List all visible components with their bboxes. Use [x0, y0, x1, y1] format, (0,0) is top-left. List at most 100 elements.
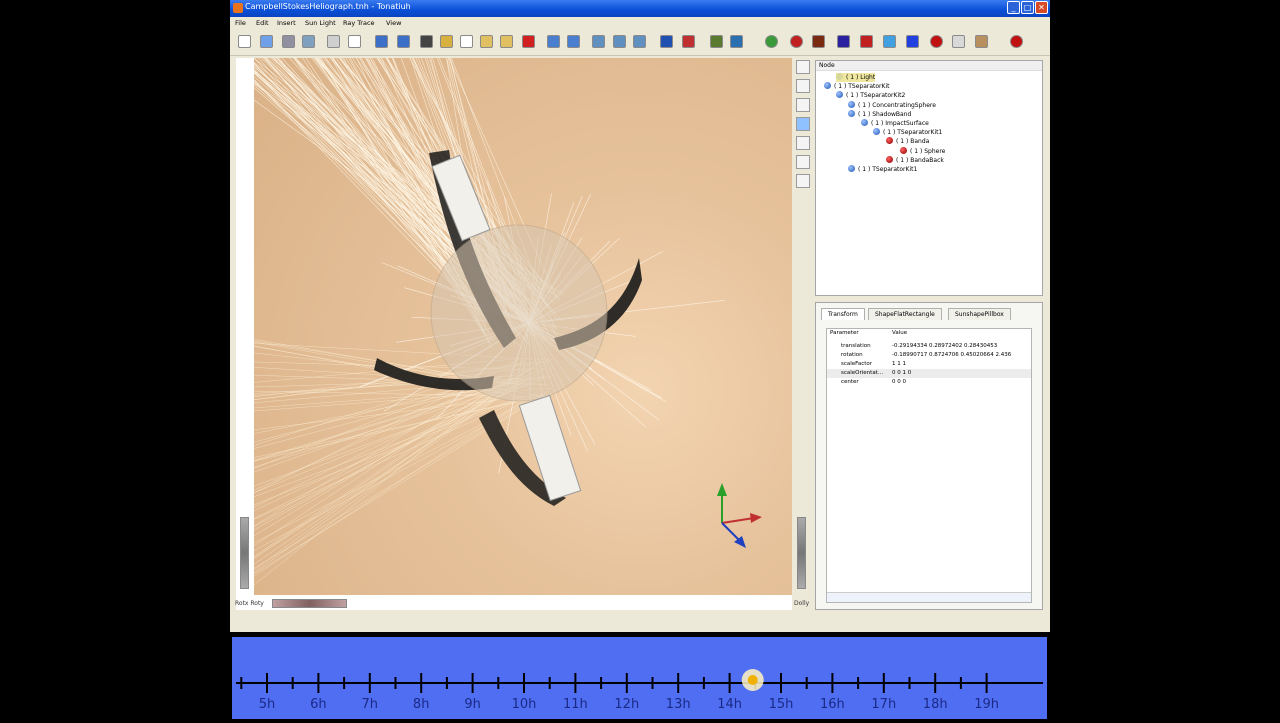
property-row[interactable]: scaleFactor 1 1 1 — [827, 360, 1031, 369]
maximize-button[interactable]: □ — [1021, 1, 1034, 14]
tree-node[interactable]: ( 1 ) BandaBack — [886, 155, 944, 165]
property-value[interactable]: -0.29194334 0.28972402 0.28430453 — [892, 342, 997, 351]
tab-sunshape-pillbox[interactable]: SunshapePillbox — [948, 308, 1011, 320]
property-value[interactable]: -0.18990717 0.8724706 0.45020664 2.436 — [892, 351, 1011, 360]
sphere-icon[interactable] — [930, 35, 943, 48]
tree-node-label: ( 1 ) TSeparatorKit — [834, 83, 890, 91]
property-name: rotation — [841, 352, 863, 358]
property-row[interactable]: translation -0.29194334 0.28972402 0.2843… — [827, 342, 1031, 351]
rotate-icon[interactable] — [547, 35, 560, 48]
tab-shape-flat-rectangle[interactable]: ShapeFlatRectangle — [868, 308, 942, 320]
shape-node-icon — [886, 137, 893, 145]
menu-ray-trace[interactable]: Ray Trace — [343, 19, 375, 27]
tree-node[interactable]: ( 1 ) Sphere — [900, 146, 945, 156]
tree-node[interactable]: ( 1 ) TSeparatorKit1 — [848, 165, 917, 174]
separator-node-icon[interactable] — [660, 35, 673, 48]
hour-label: 12h — [614, 697, 640, 712]
save-icon[interactable] — [282, 35, 295, 48]
property-row[interactable]: center 0 0 0 — [827, 378, 1031, 387]
tree-node[interactable]: ( 1 ) TSeparatorKit — [824, 82, 889, 91]
cut-icon[interactable] — [440, 35, 453, 48]
close-button[interactable]: ✕ — [1035, 1, 1048, 14]
export-icon[interactable] — [567, 35, 580, 48]
seek-icon[interactable] — [796, 155, 810, 169]
scene-render — [254, 58, 762, 586]
tree-node-label: ( 1 ) Light — [846, 74, 876, 81]
property-value[interactable]: 1 1 1 — [892, 360, 906, 369]
redo-icon[interactable] — [397, 35, 410, 48]
disk-icon[interactable] — [860, 35, 873, 48]
box-icon[interactable] — [975, 35, 988, 48]
rotx-thumbwheel[interactable] — [240, 517, 249, 589]
surface-node-icon[interactable] — [613, 35, 626, 48]
tracker-icon[interactable] — [710, 35, 723, 48]
set-home-icon[interactable] — [796, 117, 810, 131]
open-file-icon[interactable] — [260, 35, 273, 48]
shape-node-icon[interactable] — [682, 35, 695, 48]
hour-label: 19h — [974, 697, 999, 712]
menu-view[interactable]: View — [386, 19, 401, 27]
delete-icon[interactable] — [522, 35, 535, 48]
tab-transform[interactable]: Transform — [821, 308, 865, 320]
hour-label: 7h — [361, 697, 379, 712]
parabolic-icon[interactable] — [883, 35, 896, 48]
separator-node-icon — [848, 109, 855, 117]
title-bar: CampbellStokesHeliograph.tnh - Tonatiuh … — [230, 0, 1050, 17]
tree-node-label: ( 1 ) ImpactSurface — [871, 120, 929, 127]
roty-thumbwheel[interactable] — [272, 599, 347, 608]
run-ray-trace-icon[interactable] — [1010, 35, 1023, 48]
plane-icon[interactable] — [952, 35, 965, 48]
menu-edit[interactable]: Edit — [256, 19, 269, 27]
close-doc-icon[interactable] — [348, 35, 361, 48]
tree-node[interactable]: ( 1 ) ImpactSurface — [861, 119, 929, 128]
3d-viewport[interactable] — [254, 58, 792, 595]
group-node-icon[interactable] — [592, 35, 605, 48]
select-mode-icon[interactable] — [796, 60, 810, 74]
shape-node-icon — [900, 146, 907, 154]
separator-node-icon — [861, 119, 868, 126]
flat-rect-icon[interactable] — [837, 35, 850, 48]
view-mode-icon[interactable] — [796, 79, 810, 93]
menu-file[interactable]: File — [235, 19, 246, 27]
print-icon[interactable] — [327, 35, 340, 48]
hour-label: 5h — [258, 697, 276, 712]
cylinder-icon[interactable] — [812, 35, 825, 48]
minimize-button[interactable]: _ — [1007, 1, 1020, 14]
paste-icon[interactable] — [480, 35, 493, 48]
tracker-alt-icon[interactable] — [730, 35, 743, 48]
tree-node[interactable]: ( 1 ) ShadowBand — [848, 109, 911, 119]
home-icon[interactable] — [796, 98, 810, 112]
property-row[interactable]: scaleOrientat... 0 0 1 0 — [827, 369, 1031, 378]
property-value[interactable]: 0 0 1 0 — [892, 369, 911, 378]
arrow-down-icon[interactable] — [420, 35, 433, 48]
tree-node[interactable]: ( 1 ) Banda — [886, 137, 929, 146]
tree-node[interactable]: ( 1 ) TSeparatorKit1 — [873, 128, 942, 137]
square-icon[interactable] — [906, 35, 919, 48]
material-node-icon[interactable] — [633, 35, 646, 48]
tree-node[interactable]: ( 1 ) Light — [836, 73, 876, 82]
property-row[interactable]: rotation -0.18990717 0.8724706 0.45020664… — [827, 351, 1031, 360]
tree-node-label: ( 1 ) TSeparatorKit2 — [846, 92, 906, 100]
property-value[interactable]: 0 0 0 — [892, 378, 906, 387]
menu-insert[interactable]: Insert — [277, 19, 296, 27]
save-as-icon[interactable] — [302, 35, 315, 48]
view-all-icon[interactable] — [796, 136, 810, 150]
projection-icon[interactable] — [796, 174, 810, 188]
paste-link-icon[interactable] — [500, 35, 513, 48]
material-icon[interactable] — [765, 35, 778, 48]
menu-sun-light[interactable]: Sun Light — [305, 19, 336, 27]
tree-node[interactable]: ( 1 ) ConcentratingSphere — [848, 100, 936, 110]
hour-label: 14h — [717, 697, 742, 712]
horizontal-scrollbar[interactable] — [827, 592, 1031, 602]
time-of-day-timeline[interactable]: 5h 6h 7h 8h 9h 10h 11h 12h 13h 14h 15h 16h 17h 18h 19h — [232, 637, 1047, 719]
dolly-thumbwheel[interactable] — [797, 517, 806, 589]
new-file-icon[interactable] — [238, 35, 251, 48]
undo-icon[interactable] — [375, 35, 388, 48]
tree-header: Node — [816, 61, 1042, 71]
sun-position-icon[interactable] — [741, 669, 764, 691]
tree-node[interactable]: ( 1 ) TSeparatorKit2 — [836, 91, 905, 100]
cone-icon[interactable] — [790, 35, 803, 48]
rot-wheel-label: Rotx Roty — [235, 600, 264, 607]
copy-icon[interactable] — [460, 35, 473, 48]
hour-label: 17h — [871, 697, 897, 712]
